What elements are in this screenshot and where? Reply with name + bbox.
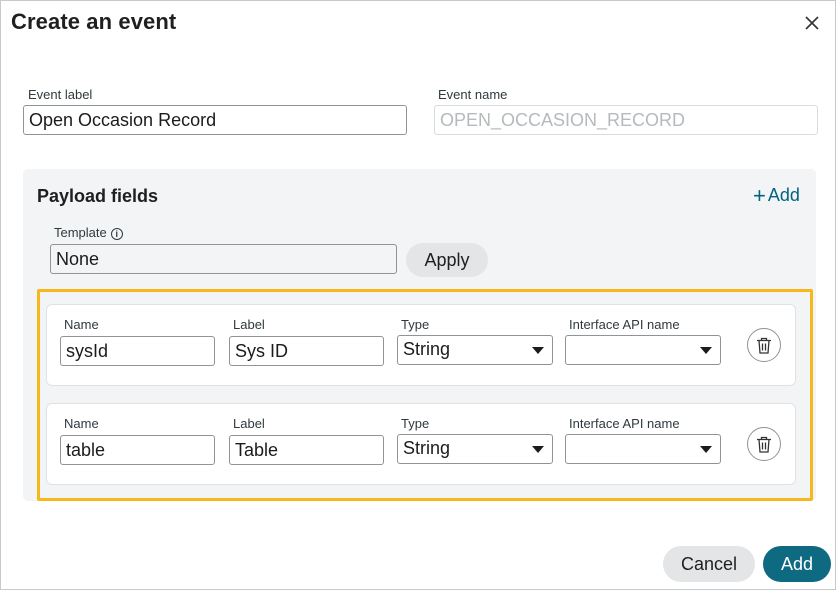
field-type-select[interactable]: String bbox=[397, 434, 553, 464]
event-label-caption: Event label bbox=[28, 87, 93, 102]
field-label-caption: Label bbox=[233, 317, 265, 332]
event-name-caption: Event name bbox=[438, 87, 508, 102]
payload-field-card: Name Label Type String Interface API nam… bbox=[46, 304, 796, 386]
trash-icon bbox=[757, 337, 771, 354]
field-label-input[interactable] bbox=[229, 336, 384, 366]
field-api-caption: Interface API name bbox=[569, 317, 680, 332]
cancel-button[interactable]: Cancel bbox=[663, 546, 755, 582]
delete-field-button[interactable] bbox=[747, 328, 781, 362]
event-label-input[interactable] bbox=[23, 105, 407, 135]
field-name-caption: Name bbox=[64, 416, 99, 431]
add-payload-field-button[interactable]: + Add bbox=[753, 182, 800, 208]
field-api-caption: Interface API name bbox=[569, 416, 680, 431]
close-button[interactable] bbox=[800, 11, 824, 35]
field-api-select[interactable] bbox=[565, 434, 721, 464]
dialog-title: Create an event bbox=[11, 9, 177, 34]
field-type-caption: Type bbox=[401, 317, 430, 332]
field-name-input[interactable] bbox=[60, 435, 215, 465]
field-type-select[interactable]: String bbox=[397, 335, 553, 365]
chevron-down-icon bbox=[532, 446, 544, 453]
add-event-button[interactable]: Add bbox=[763, 546, 831, 582]
close-icon bbox=[805, 16, 819, 30]
chevron-down-icon bbox=[700, 347, 712, 354]
add-payload-field-label: Add bbox=[767, 185, 800, 205]
field-api-select[interactable] bbox=[565, 335, 721, 365]
info-icon[interactable]: i bbox=[110, 227, 123, 240]
field-type-value: String bbox=[403, 438, 451, 458]
payload-field-card: Name Label Type String Interface API nam… bbox=[46, 403, 796, 485]
field-type-value: String bbox=[403, 339, 451, 359]
field-name-input[interactable] bbox=[60, 336, 215, 366]
plus-icon: + bbox=[753, 182, 766, 208]
delete-field-button[interactable] bbox=[747, 427, 781, 461]
payload-fields-title: Payload fields bbox=[37, 186, 159, 206]
template-input[interactable] bbox=[50, 244, 397, 274]
create-event-dialog: Create an event Event label Event name P… bbox=[0, 0, 836, 590]
chevron-down-icon bbox=[700, 446, 712, 453]
template-caption: Template i bbox=[54, 225, 123, 240]
field-type-caption: Type bbox=[401, 416, 430, 431]
trash-icon bbox=[757, 436, 771, 453]
field-name-caption: Name bbox=[64, 317, 99, 332]
template-caption-text: Template bbox=[54, 225, 107, 240]
field-label-caption: Label bbox=[233, 416, 265, 431]
field-label-input[interactable] bbox=[229, 435, 384, 465]
event-name-input bbox=[434, 105, 818, 135]
apply-button[interactable]: Apply bbox=[406, 243, 488, 277]
chevron-down-icon bbox=[532, 347, 544, 354]
